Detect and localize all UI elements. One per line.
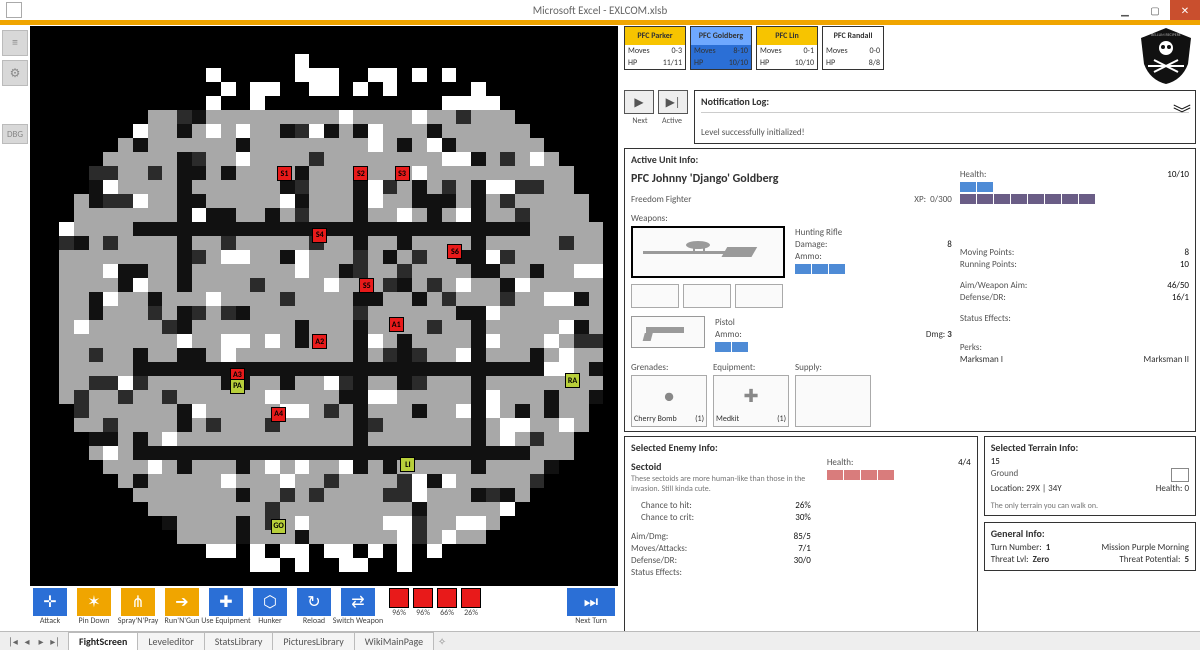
play-active-button[interactable]: ▶| xyxy=(658,90,688,114)
squad-card[interactable]: PFC Lin Moves0-1 HP10/10 xyxy=(756,26,818,70)
squad-card[interactable]: PFC Parker Moves0-3 HP11/11 xyxy=(624,26,686,70)
window-maximize[interactable] xyxy=(1140,0,1170,20)
spread-icon: ⋔ xyxy=(121,588,155,616)
terrain-swatch xyxy=(1171,468,1189,482)
ribbon-accent xyxy=(0,21,1200,25)
mod-slot[interactable] xyxy=(735,284,783,308)
rungun-button[interactable]: ➔Run'N'Gun xyxy=(162,588,202,625)
hunker-button[interactable]: ⬡Hunker xyxy=(250,588,290,625)
action-bar: ✛Attack ✶Pin Down ⋔Spray'N'Pray ➔Run'N'G… xyxy=(30,586,618,632)
active-unit-panel: Active Unit Info: PFC Johnny 'Django' Go… xyxy=(624,148,1196,432)
sheet-tabs: |◂ ◂ ▸ ▸| FightScreenLeveleditorStatsLib… xyxy=(0,631,1200,650)
svg-text:BELLUM RECIPERE: BELLUM RECIPERE xyxy=(1151,33,1181,38)
enemy-unit[interactable]: A4 xyxy=(271,407,286,422)
hit-chance[interactable]: 96% xyxy=(412,588,434,618)
equipment-button[interactable]: ✚Use Equipment xyxy=(206,588,246,625)
sheet-tab[interactable]: Leveleditor xyxy=(137,632,204,650)
reload-button[interactable]: ↻Reload xyxy=(294,588,334,625)
enemy-unit[interactable]: S3 xyxy=(395,166,410,181)
squad-card[interactable]: PFC Randall Moves0-0 HP8/8 xyxy=(822,26,884,70)
ally-unit[interactable]: PA xyxy=(230,379,245,394)
secondary-weapon-image[interactable] xyxy=(631,316,705,348)
primary-weapon-image[interactable] xyxy=(631,226,785,278)
play-next-label: Next xyxy=(626,116,654,126)
mod-slot[interactable] xyxy=(683,284,731,308)
enemy-unit[interactable]: A2 xyxy=(312,334,327,349)
hit-chance-list: 96%96%66%26% xyxy=(388,588,482,618)
grenade-icon: ● xyxy=(634,378,704,414)
debug-button[interactable]: DBG xyxy=(2,124,28,144)
plus-icon: ✚ xyxy=(209,588,243,616)
switch-weapon-button[interactable]: ⇄Switch Weapon xyxy=(338,588,378,625)
tab-nav-last[interactable]: ▸| xyxy=(48,635,62,648)
gear-icon[interactable]: ⚙ xyxy=(2,60,28,86)
shield-icon: ⬡ xyxy=(253,588,287,616)
tactical-map[interactable]: S1S2S3S4S5S6A1A2A3A4PARALIGO xyxy=(30,26,618,586)
pindown-button[interactable]: ✶Pin Down xyxy=(74,588,114,625)
enemy-unit[interactable]: S2 xyxy=(353,166,368,181)
enemy-unit[interactable]: S5 xyxy=(359,278,374,293)
crosshair-icon: ✛ xyxy=(33,588,67,616)
sheet-tab[interactable]: FightScreen xyxy=(68,632,138,650)
equipment-slot[interactable]: ✚Medkit(1) xyxy=(713,375,789,427)
tab-nav-prev[interactable]: ◂ xyxy=(20,635,34,648)
active-unit-name: PFC Johnny 'Django' Goldberg xyxy=(631,172,952,186)
sheet-tab[interactable]: PicturesLibrary xyxy=(272,632,354,650)
general-info-panel: General Info: Turn Number: 1Mission Purp… xyxy=(984,522,1196,571)
attack-button[interactable]: ✛Attack xyxy=(30,588,70,625)
enemy-unit[interactable]: A1 xyxy=(389,317,404,332)
medkit-icon: ✚ xyxy=(716,378,786,414)
spray-button[interactable]: ⋔Spray'N'Pray xyxy=(118,588,158,625)
ally-unit[interactable]: LI xyxy=(400,457,415,472)
hit-chance[interactable]: 96% xyxy=(388,588,410,618)
squad-cards: PFC Parker Moves0-3 HP11/11PFC Goldberg … xyxy=(624,26,884,70)
enemy-unit[interactable]: S4 xyxy=(312,228,327,243)
mod-slot[interactable] xyxy=(631,284,679,308)
enemy-info-panel: Selected Enemy Info: Sectoid These secto… xyxy=(624,436,978,632)
enemy-unit[interactable]: S6 xyxy=(447,244,462,259)
hit-chance[interactable]: 26% xyxy=(460,588,482,618)
supply-slot[interactable] xyxy=(795,375,871,427)
arrow-right-icon: ➔ xyxy=(165,588,199,616)
hit-chance[interactable]: 66% xyxy=(436,588,458,618)
play-active-label: Active xyxy=(658,116,686,126)
titlebar: Microsoft Excel - EXLCOM.xlsb xyxy=(0,0,1200,21)
window-close[interactable] xyxy=(1170,0,1200,20)
sheet-tab[interactable]: StatsLibrary xyxy=(204,632,274,650)
ally-unit[interactable]: RA xyxy=(565,373,580,388)
ally-unit[interactable]: GO xyxy=(271,519,286,534)
tab-nav-next[interactable]: ▸ xyxy=(34,635,48,648)
swap-icon: ⇄ xyxy=(341,588,375,616)
play-next-button[interactable]: ▶ xyxy=(624,90,654,114)
fast-forward-icon: ⏭ xyxy=(567,588,615,616)
terrain-info-panel: Selected Terrain Info: 15 Ground Locatio… xyxy=(984,436,1196,516)
window-title: Microsoft Excel - EXLCOM.xlsb xyxy=(0,4,1200,17)
reload-icon: ↻ xyxy=(297,588,331,616)
new-sheet-button[interactable]: ✧ xyxy=(433,635,451,648)
burst-icon: ✶ xyxy=(77,588,111,616)
tab-nav-first[interactable]: |◂ xyxy=(6,635,20,648)
chevron-down-icon[interactable]: ︾ xyxy=(1173,109,1191,120)
sheet-tab[interactable]: WikiMainPage xyxy=(354,632,434,650)
menu-icon[interactable]: ≡ xyxy=(2,30,28,56)
notification-log: Notification Log: Level successfully ini… xyxy=(694,90,1196,144)
squad-card[interactable]: PFC Goldberg Moves8-10 HP10/10 xyxy=(690,26,752,70)
window-minimize[interactable] xyxy=(1110,0,1140,20)
grenade-slot[interactable]: ●Cherry Bomb(1) xyxy=(631,375,707,427)
enemy-unit[interactable]: S1 xyxy=(277,166,292,181)
next-turn-button[interactable]: ⏭Next Turn xyxy=(564,588,618,625)
faction-logo: BELLUM RECIPERE xyxy=(1136,26,1196,86)
